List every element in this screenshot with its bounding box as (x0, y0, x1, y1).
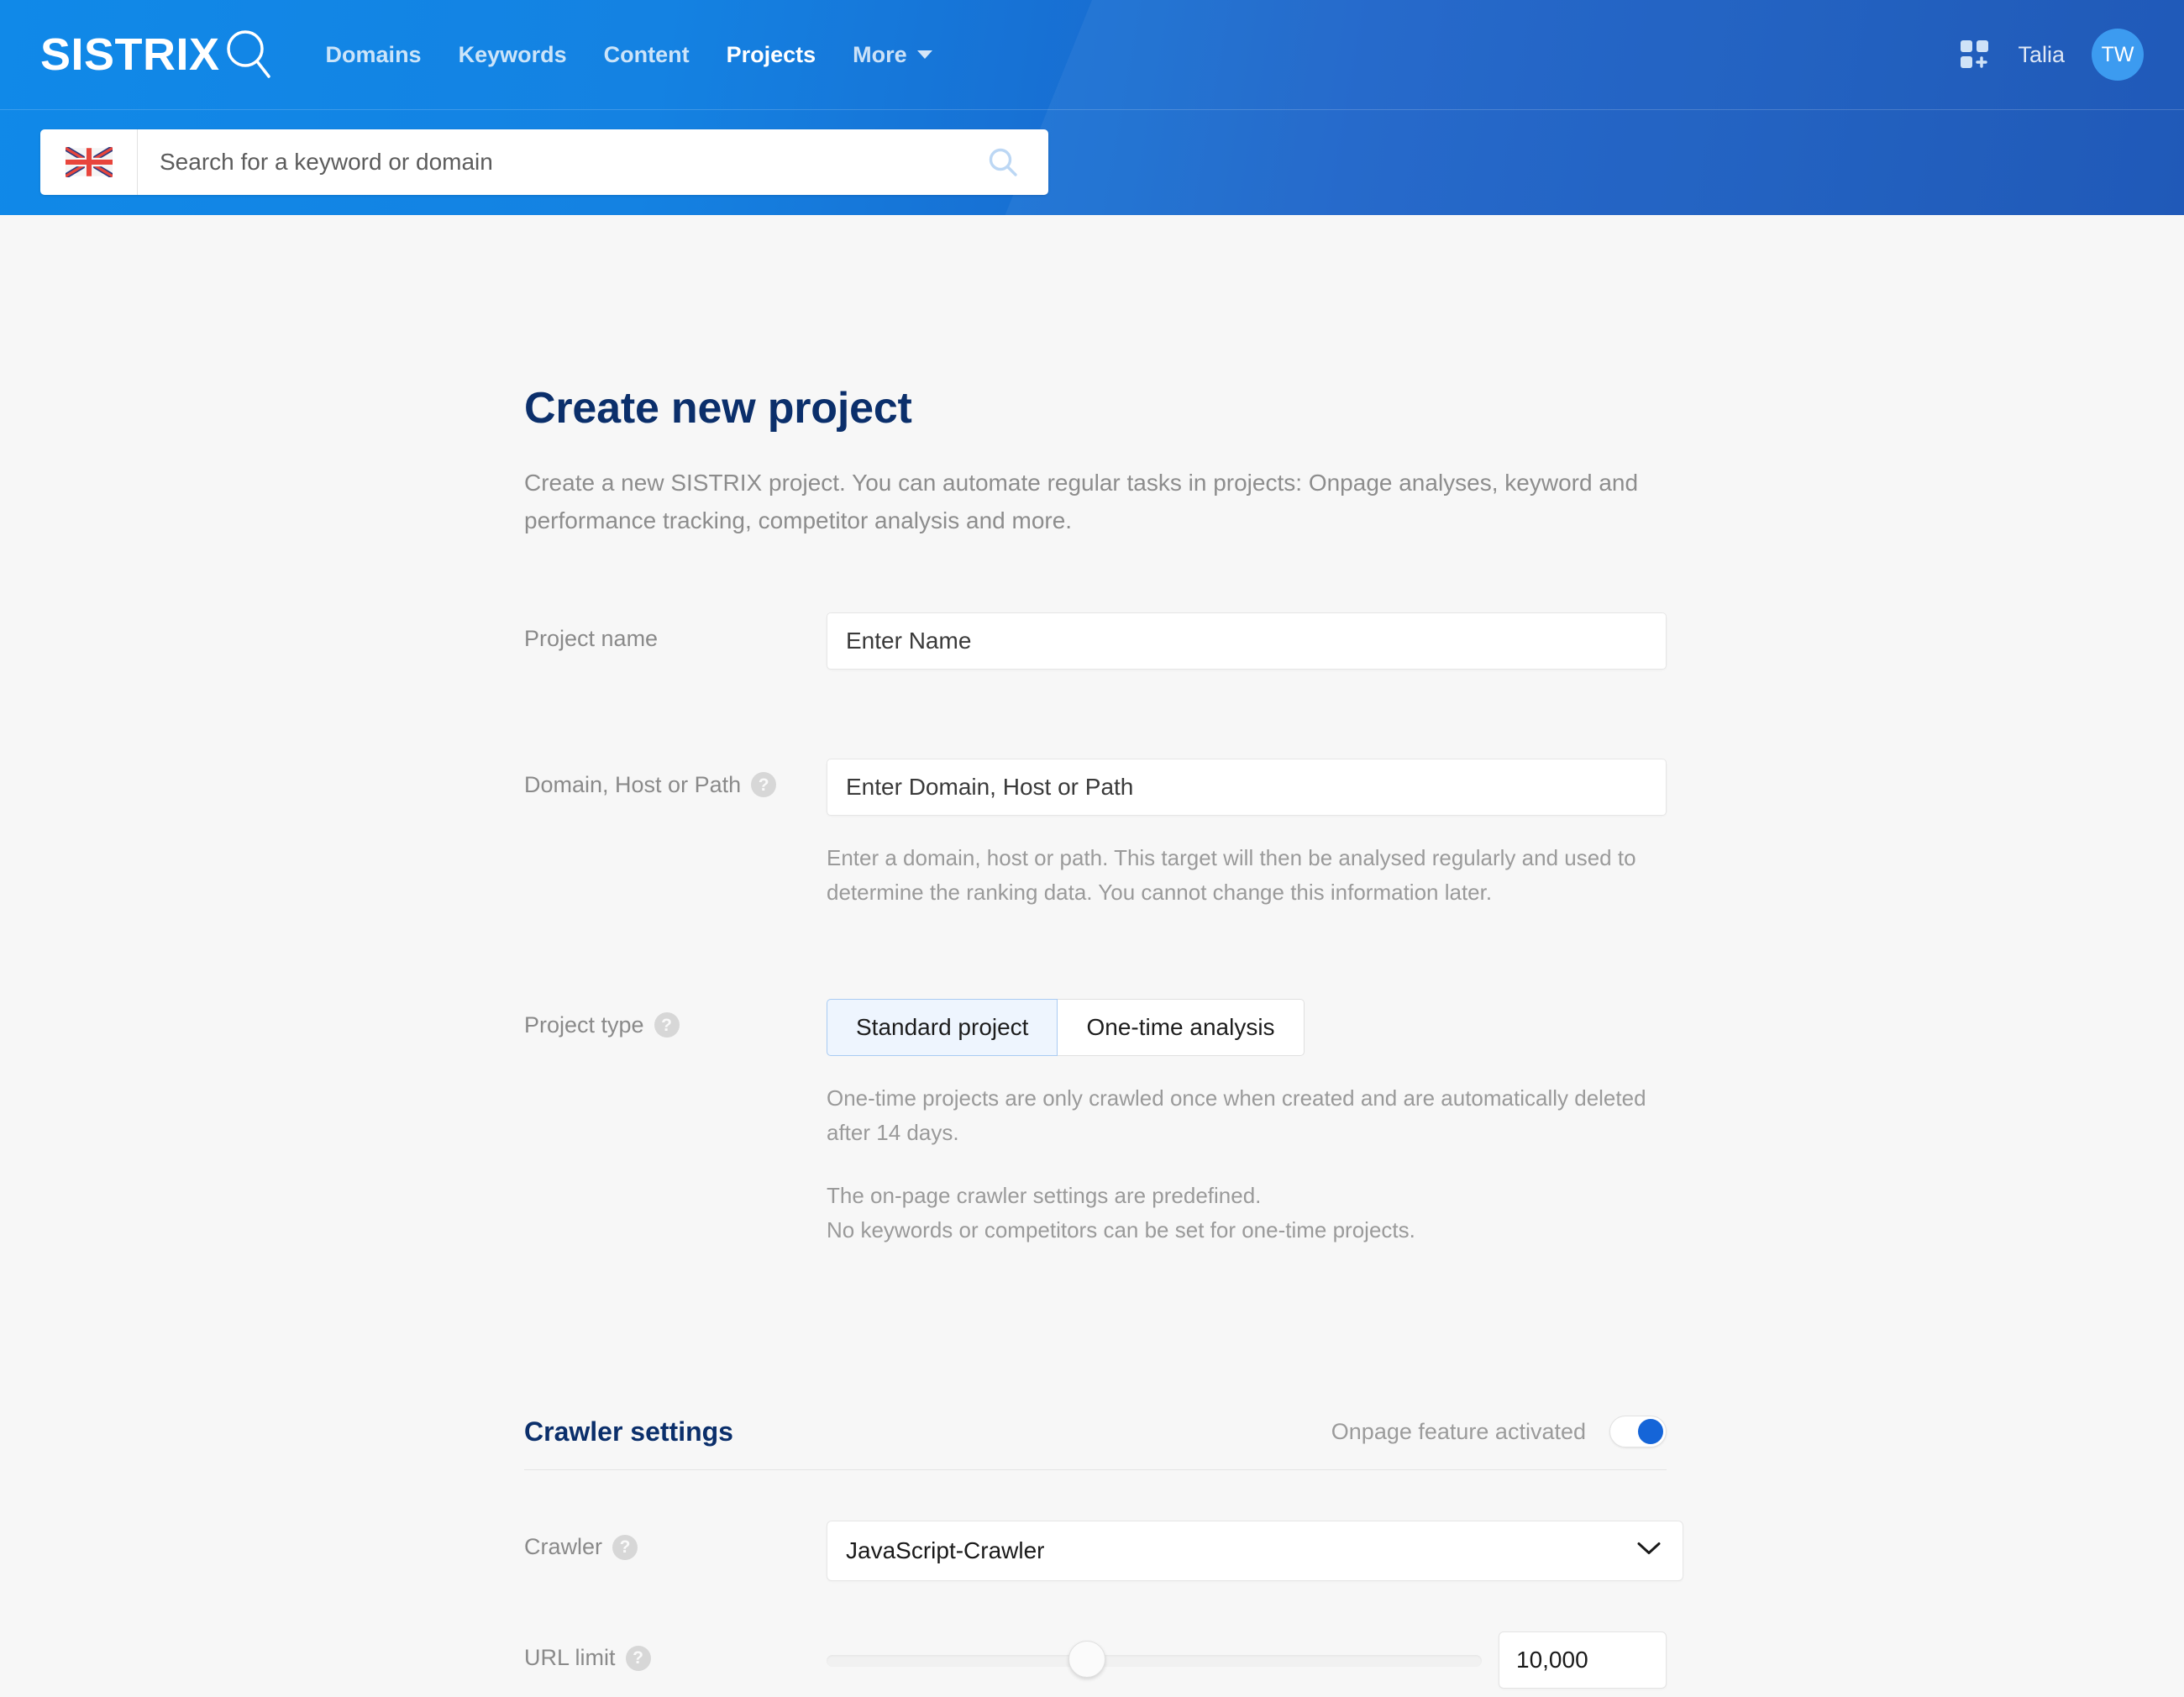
project-name-input[interactable] (827, 612, 1667, 670)
onpage-toggle-group: Onpage feature activated (1331, 1416, 1667, 1448)
search-input-wrap (138, 149, 986, 176)
url-limit-slider[interactable] (827, 1641, 1482, 1679)
user-name-label[interactable]: Talia (2018, 42, 2065, 68)
domain-input[interactable] (827, 758, 1667, 816)
domain-label: Domain, Host or Path (524, 771, 742, 797)
page-title: Create new project (524, 384, 912, 433)
project-type-hint-2-line-1: The on-page crawler settings are predefi… (827, 1183, 1262, 1209)
logo-wordmark: SISTRIX (40, 29, 220, 80)
sistrix-logo[interactable]: SISTRIX (40, 29, 272, 81)
header-search-row (0, 110, 2184, 214)
nav-item-keywords[interactable]: Keywords (440, 34, 585, 76)
nav-item-more[interactable]: More (834, 34, 951, 76)
project-type-label: Project type (524, 1011, 644, 1038)
project-type-control: Standard project One-time analysis One-t… (827, 998, 1667, 1248)
magnifier-icon (223, 29, 272, 81)
global-search-bar (40, 129, 1048, 195)
project-type-option-one-time[interactable]: One-time analysis (1058, 998, 1305, 1056)
search-icon (989, 148, 1017, 176)
project-type-option-standard[interactable]: Standard project (827, 998, 1058, 1056)
onpage-feature-toggle[interactable] (1609, 1416, 1667, 1448)
search-submit-button[interactable] (986, 145, 1048, 179)
url-limit-input[interactable] (1499, 1631, 1667, 1689)
project-name-control (827, 612, 1667, 670)
project-type-hint-1: One-time projects are only crawled once … (827, 1085, 1646, 1145)
field-project-name: Project name (524, 612, 1667, 670)
crawler-settings-title: Crawler settings (524, 1416, 733, 1447)
domain-label-wrap: Domain, Host or Path ? (524, 759, 827, 798)
page-subtitle: Create a new SISTRIX project. You can au… (524, 470, 1639, 534)
help-circle-icon[interactable]: ? (654, 1012, 680, 1038)
nav-more-label: More (853, 41, 907, 67)
crawler-label: Crawler (524, 1534, 603, 1560)
domain-hint: Enter a domain, host or path. This targe… (827, 844, 1636, 905)
crawler-settings-header: Crawler settings Onpage feature activate… (524, 1416, 1667, 1471)
search-input[interactable] (160, 149, 964, 176)
avatar[interactable]: TW (2092, 29, 2144, 81)
create-project-form: Project name Domain, Host or Path ? Ente… (524, 612, 1683, 1689)
help-circle-icon[interactable]: ? (612, 1534, 638, 1560)
project-type-label-wrap: Project type ? (524, 999, 827, 1038)
crawler-select[interactable]: JavaScript-Crawler (827, 1521, 1683, 1582)
uk-flag-icon (65, 147, 113, 177)
domain-control: Enter a domain, host or path. This targe… (827, 758, 1667, 910)
crawler-select-wrap: JavaScript-Crawler (827, 1521, 1683, 1582)
main-content: Create new project Create a new SISTRIX … (0, 215, 2184, 1689)
onpage-toggle-label: Onpage feature activated (1331, 1418, 1586, 1444)
url-limit-row (827, 1631, 1667, 1689)
project-type-hint-2: The on-page crawler settings are predefi… (827, 1179, 1667, 1248)
field-domain: Domain, Host or Path ? Enter a domain, h… (524, 758, 1667, 910)
nav-item-content[interactable]: Content (585, 34, 708, 76)
field-project-type: Project type ? Standard project One-time… (524, 998, 1667, 1248)
url-limit-label-wrap: URL limit ? (524, 1631, 827, 1671)
header-top-row: SISTRIX Domains Keywords Content Project… (0, 0, 2184, 110)
country-selector[interactable] (40, 129, 138, 195)
help-circle-icon[interactable]: ? (625, 1645, 651, 1671)
field-url-limit: URL limit ? (524, 1631, 1667, 1689)
url-limit-label: URL limit (524, 1645, 616, 1671)
project-type-segmented-control: Standard project One-time analysis (827, 998, 1305, 1056)
nav-item-domains[interactable]: Domains (307, 34, 440, 76)
header-right-cluster: Talia TW (1959, 29, 2144, 81)
slider-track (827, 1655, 1482, 1668)
field-crawler: Crawler ? JavaScript-Crawler (524, 1521, 1683, 1582)
main-nav: Domains Keywords Content Projects More (307, 34, 951, 76)
create-project-panel: Create new project Create a new SISTRIX … (524, 383, 1683, 1689)
apps-grid-add-icon[interactable] (1959, 39, 1991, 71)
toggle-knob (1638, 1419, 1663, 1445)
crawler-label-wrap: Crawler ? (524, 1521, 827, 1560)
nav-item-projects[interactable]: Projects (708, 34, 835, 76)
project-name-label: Project name (524, 625, 659, 651)
project-type-hint-2-line-2: No keywords or competitors can be set fo… (827, 1217, 1415, 1243)
slider-thumb[interactable] (1068, 1641, 1105, 1679)
help-circle-icon[interactable]: ? (751, 772, 777, 798)
chevron-down-icon (916, 50, 932, 59)
url-limit-control (827, 1631, 1667, 1689)
crawler-control: JavaScript-Crawler (827, 1521, 1683, 1582)
app-header: SISTRIX Domains Keywords Content Project… (0, 0, 2184, 215)
